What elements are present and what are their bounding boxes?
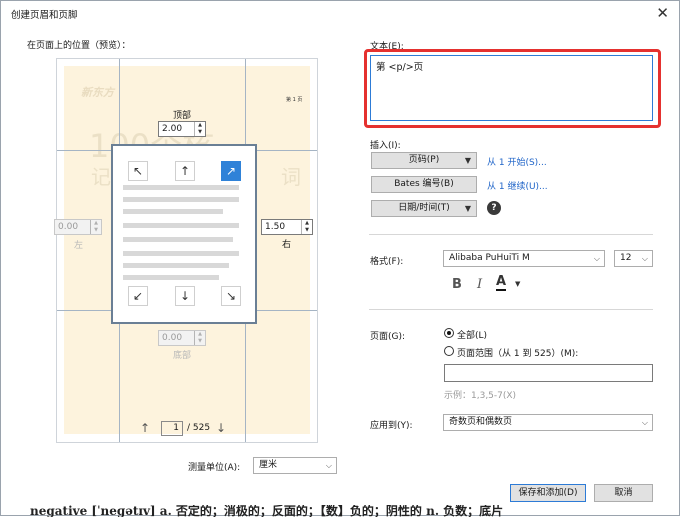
preview-text-line [123,185,239,190]
top-margin-value: 2.00 [162,124,183,134]
top-right-arrow-icon[interactable]: ↗ [221,161,241,181]
italic-button[interactable]: I [477,277,482,292]
divider [369,309,653,310]
spin-up-icon[interactable]: ▲ [195,122,205,129]
datetime-label: 日期/时间(T) [398,203,450,213]
apply-to-select[interactable]: 奇数页和偶数页 ⌵ [443,414,653,431]
all-pages-label: 全部(L) [457,331,488,341]
bates-number-label: Bates 编号(B) [394,179,454,189]
top-margin-stepper[interactable]: 2.00 ▲ ▼ [158,121,206,137]
color-dropdown-icon[interactable]: ▼ [515,280,520,288]
preview-text-line [123,275,219,280]
top-label: 顶部 [173,111,192,121]
header-footer-dialog: 创建页眉和页脚 ✕ 在页面上的位置（预览）： 新东方 第 1 页 100个核 记… [0,0,680,516]
highlight-box [364,49,661,128]
background-document-text: negative [ˈneɡətɪv] a. 否定的；消极的；反面的；【数】负的… [30,505,504,517]
datetime-button[interactable]: 日期/时间(T) ▼ [371,200,477,217]
page-label: 页面(G): [370,332,406,342]
faded-brand: 新东方 [81,86,114,99]
close-icon[interactable]: ✕ [656,4,669,22]
apply-label: 应用到(Y): [370,421,413,431]
preview-text-line [123,251,239,256]
faded-page-mark: 第 1 页 [286,97,303,103]
bottom-right-arrow-icon[interactable]: ↘ [221,286,241,306]
chevron-down-icon: ⌵ [641,254,648,263]
top-left-arrow-icon[interactable]: ↖ [128,161,148,181]
right-label: 右 [282,240,292,250]
cancel-button[interactable]: 取消 [594,484,653,502]
bottom-label: 底部 [173,351,192,361]
spin-up-icon[interactable]: ▲ [302,220,312,227]
insert-label: 插入(I): [370,141,401,151]
spin-up-icon[interactable]: ▲ [91,220,101,227]
font-size-value: 12 [620,253,632,263]
bottom-margin-stepper[interactable]: 0.00 ▲ ▼ [158,330,206,346]
left-margin-value: 0.00 [58,222,79,232]
spin-down-icon[interactable]: ▼ [195,129,205,136]
dropdown-arrow-icon: ▼ [464,204,471,213]
left-label: 左 [74,241,84,251]
previous-page-arrow-icon[interactable]: ↑ [140,421,150,435]
bottom-margin-value: 0.00 [162,333,183,343]
page-total: / 525 [187,423,211,433]
chevron-down-icon: ⌵ [593,254,600,263]
divider [369,234,653,235]
page-range-radio[interactable] [444,346,454,356]
format-label: 格式(F): [370,257,404,267]
all-pages-radio[interactable] [444,328,454,338]
page-start-link[interactable]: 从 1 开始(S)... [487,155,547,168]
preview-heading: 在页面上的位置（预览）： [27,41,131,51]
bottom-center-arrow-icon[interactable]: ↓ [175,286,195,306]
apply-to-value: 奇数页和偶数页 [449,417,513,427]
preview-text-line [123,237,233,242]
page-range-input[interactable] [444,364,653,382]
preview-text-line [123,197,239,202]
measure-unit-value: 厘米 [259,460,278,470]
title-bar: 创建页眉和页脚 ✕ [1,1,679,25]
bold-button[interactable]: B [452,277,462,292]
font-select[interactable]: Alibaba PuHuiTi M ⌵ [443,250,605,267]
save-and-add-button[interactable]: 保存和添加(D) [510,484,586,502]
chevron-down-icon: ⌵ [641,418,648,427]
top-center-arrow-icon[interactable]: ↑ [175,161,195,181]
text-color-button[interactable]: A [496,275,507,291]
spin-up-icon[interactable]: ▲ [195,331,205,338]
page-range-example: 示例：1,3,5-7(X) [444,391,517,401]
left-margin-stepper[interactable]: 0.00 ▲ ▼ [54,219,102,235]
preview-text-line [123,223,239,228]
right-margin-value: 1.50 [265,222,286,232]
preview-text-line [123,263,229,268]
spin-down-icon[interactable]: ▼ [302,227,312,234]
preview-text-line [123,209,223,214]
chevron-down-icon: ⌵ [325,461,332,470]
right-margin-stepper[interactable]: 1.50 ▲ ▼ [261,219,313,235]
bates-number-button[interactable]: Bates 编号(B) [371,176,477,193]
page-code-label: 页码(P) [408,155,440,165]
page-number-input[interactable]: 1 [161,421,183,436]
font-value: Alibaba PuHuiTi M [449,253,530,263]
dropdown-arrow-icon: ▼ [464,156,471,165]
faded-subtitle-2: 词 [281,165,301,189]
font-size-select[interactable]: 12 ⌵ [614,250,653,267]
bottom-left-arrow-icon[interactable]: ↙ [128,286,148,306]
dialog-title: 创建页眉和页脚 [11,10,78,21]
measure-unit-label: 测量单位(A): [188,463,241,473]
next-page-arrow-icon[interactable]: ↓ [216,421,226,435]
spin-down-icon[interactable]: ▼ [195,338,205,345]
measure-unit-select[interactable]: 厘米 ⌵ [253,457,337,474]
header-position-card: ↖ ↑ ↗ ↙ ↓ ↘ [111,144,257,324]
page-range-label: 页面范围（从 1 到 525）(M): [457,349,579,359]
page-code-button[interactable]: 页码(P) ▼ [371,152,477,169]
help-icon[interactable]: ? [487,201,501,215]
bates-continue-link[interactable]: 从 1 继续(U)... [487,179,548,192]
spin-down-icon[interactable]: ▼ [91,227,101,234]
